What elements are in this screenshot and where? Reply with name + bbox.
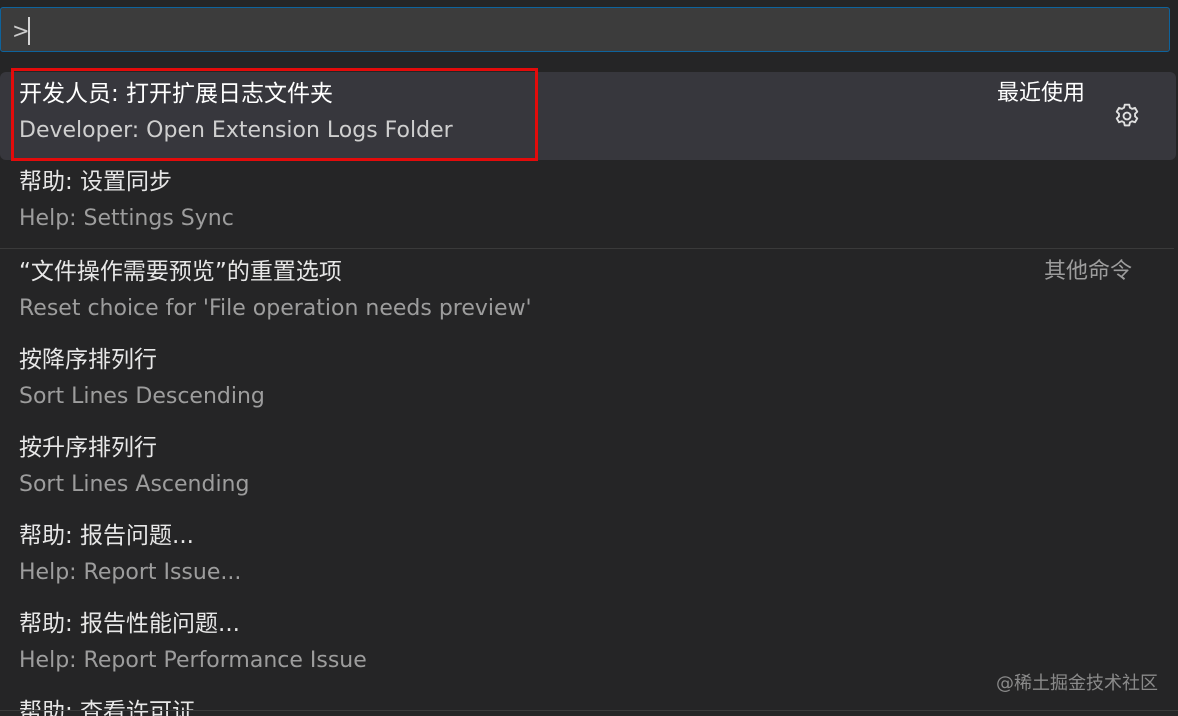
command-label-cn: 按升序排列行 [19, 435, 157, 461]
command-label-cn: 开发人员: 打开扩展日志文件夹 [19, 81, 334, 107]
command-palette: 开发人员: 打开扩展日志文件夹 Developer: Open Extensio… [0, 0, 1178, 716]
command-item-open-extension-logs-folder[interactable]: 开发人员: 打开扩展日志文件夹 Developer: Open Extensio… [0, 72, 1176, 160]
command-label-en: Help: Settings Sync [19, 206, 234, 231]
text-cursor [28, 17, 30, 45]
list-bottom-border [0, 710, 1178, 711]
watermark: @稀土掘金技术社区 [996, 673, 1158, 694]
command-input[interactable] [12, 18, 1152, 44]
command-label-cn: 帮助: 报告问题... [19, 523, 194, 549]
command-label-en: Developer: Open Extension Logs Folder [19, 118, 453, 143]
command-input-box[interactable] [0, 7, 1170, 52]
command-label-en: Sort Lines Ascending [19, 472, 250, 497]
command-label-cn: 帮助: 查看许可证 [19, 699, 196, 716]
command-item-reset-file-operation-preview[interactable]: “文件操作需要预览”的重置选项 Reset choice for 'File o… [0, 250, 1176, 338]
command-item-sort-lines-ascending[interactable]: 按升序排列行 Sort Lines Ascending [0, 426, 1176, 514]
command-list: 开发人员: 打开扩展日志文件夹 Developer: Open Extensio… [0, 72, 1178, 716]
group-separator [0, 248, 1174, 249]
command-label-en: Sort Lines Descending [19, 384, 265, 409]
command-item-settings-sync[interactable]: 帮助: 设置同步 Help: Settings Sync [0, 160, 1176, 248]
command-label-cn: 帮助: 报告性能问题... [19, 611, 240, 637]
command-item-report-issue[interactable]: 帮助: 报告问题... Help: Report Issue... [0, 514, 1176, 602]
gear-icon[interactable] [1111, 100, 1143, 132]
group-label-other-commands: 其他命令 [1044, 259, 1133, 284]
group-label-recently-used: 最近使用 [997, 81, 1086, 106]
command-item-sort-lines-descending[interactable]: 按降序排列行 Sort Lines Descending [0, 338, 1176, 426]
command-label-en: Help: Report Issue... [19, 560, 242, 585]
command-label-en: Reset choice for 'File operation needs p… [19, 296, 532, 321]
command-label-cn: “文件操作需要预览”的重置选项 [19, 259, 342, 285]
command-label-cn: 按降序排列行 [19, 347, 157, 373]
command-label-en: Help: Report Performance Issue [19, 648, 367, 673]
command-label-cn: 帮助: 设置同步 [19, 169, 173, 195]
